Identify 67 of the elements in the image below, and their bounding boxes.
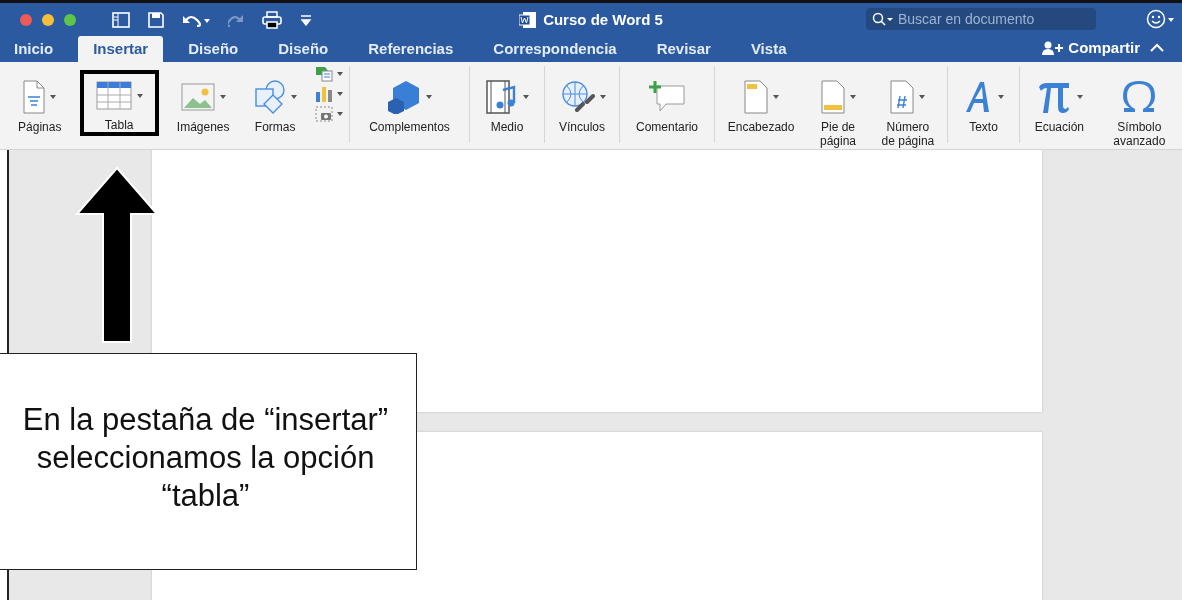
dropdown-caret-icon[interactable]: [336, 72, 343, 76]
ribbon-button[interactable]: Páginas: [12, 70, 68, 138]
omega-icon: [1122, 81, 1157, 113]
film-music-icon: [485, 80, 518, 114]
zoom-button[interactable]: [64, 13, 76, 26]
image-icon: [180, 83, 215, 111]
ribbon-tab[interactable]: Vista: [735, 36, 802, 62]
ribbon-tab[interactable]: Insertar: [78, 36, 164, 62]
window-title: Curso de Word 5: [543, 11, 663, 28]
dropdown-caret-icon[interactable]: [136, 94, 143, 98]
ribbon-button[interactable]: Encabezado: [721, 70, 801, 138]
dropdown-caret-icon[interactable]: [290, 95, 297, 99]
search-field[interactable]: Buscar en documento: [866, 8, 1096, 30]
ribbon-button[interactable]: Medio: [479, 70, 535, 138]
ribbon-button[interactable]: Formas: [247, 70, 303, 138]
dropdown-caret-icon[interactable]: [1076, 95, 1083, 99]
smiley-icon[interactable]: [1146, 9, 1176, 29]
comment-add-icon: [649, 80, 685, 114]
callout-text: En la pestaña de “insertar” seleccionamos la opción “tabla”: [22, 400, 389, 515]
chart-icon[interactable]: [314, 86, 333, 102]
ribbon-tab[interactable]: Referencias: [353, 36, 469, 62]
customize-menu-icon[interactable]: [300, 13, 312, 26]
smartart-icon[interactable]: [314, 66, 333, 82]
dropdown-caret-icon[interactable]: [919, 95, 926, 99]
word-document-icon: [519, 10, 538, 29]
share-button[interactable]: Compartir: [1042, 39, 1140, 56]
dropdown-caret-icon[interactable]: [426, 95, 432, 99]
ribbon-button[interactable]: Complementos: [363, 70, 456, 138]
dropdown-caret-icon[interactable]: [849, 95, 856, 99]
ribbon-button[interactable]: Vínculos: [552, 70, 612, 138]
dropdown-caret-icon[interactable]: [522, 95, 529, 99]
search-icon: [872, 12, 894, 26]
save-icon[interactable]: [148, 11, 164, 28]
ribbon-button[interactable]: Ecuación: [1028, 70, 1090, 138]
dropdown-caret-icon[interactable]: [772, 95, 779, 99]
ribbon-tab[interactable]: Revisar: [641, 36, 726, 62]
table-icon: [95, 81, 132, 111]
minimize-button[interactable]: [42, 13, 54, 26]
ribbon-tab[interactable]: Correspondencia: [478, 36, 632, 62]
dropdown-caret-icon[interactable]: [336, 112, 343, 116]
page-icon: [23, 80, 46, 114]
collapse-ribbon-icon[interactable]: [1150, 42, 1164, 53]
dropdown-caret-icon[interactable]: [336, 92, 343, 96]
dropdown-caret-icon[interactable]: [219, 95, 226, 99]
print-icon[interactable]: [262, 10, 282, 29]
ribbon-button[interactable]: Número de página: [875, 70, 941, 152]
dropdown-caret-icon[interactable]: [998, 95, 1004, 99]
sidebar-icon[interactable]: [112, 11, 130, 28]
footer-icon: [820, 80, 845, 114]
ribbon-button[interactable]: Pie de página: [814, 70, 863, 152]
dropdown-caret-icon[interactable]: [50, 95, 57, 99]
page-number-icon: [890, 80, 915, 114]
hexagon-icon: [387, 80, 421, 114]
ribbon-button[interactable]: Tabla: [79, 70, 159, 136]
ribbon-button[interactable]: Imágenes: [170, 70, 236, 138]
shapes-icon: [253, 80, 286, 114]
header-icon: [743, 80, 768, 114]
ribbon-button[interactable]: Texto: [957, 70, 1010, 138]
screenshot-icon[interactable]: [314, 106, 333, 122]
ribbon-tab[interactable]: Diseño: [263, 36, 344, 62]
ribbon-button[interactable]: Comentario: [630, 70, 704, 138]
add-person-icon: [1042, 40, 1065, 55]
search-input[interactable]: Buscar en documento: [898, 11, 1094, 27]
dropdown-caret-icon[interactable]: [599, 95, 606, 99]
ribbon-tab[interactable]: Diseño: [173, 36, 254, 62]
ribbon-tab[interactable]: Inicio: [14, 36, 69, 62]
ribbon-button[interactable]: Símbolo avanzado: [1107, 70, 1172, 152]
